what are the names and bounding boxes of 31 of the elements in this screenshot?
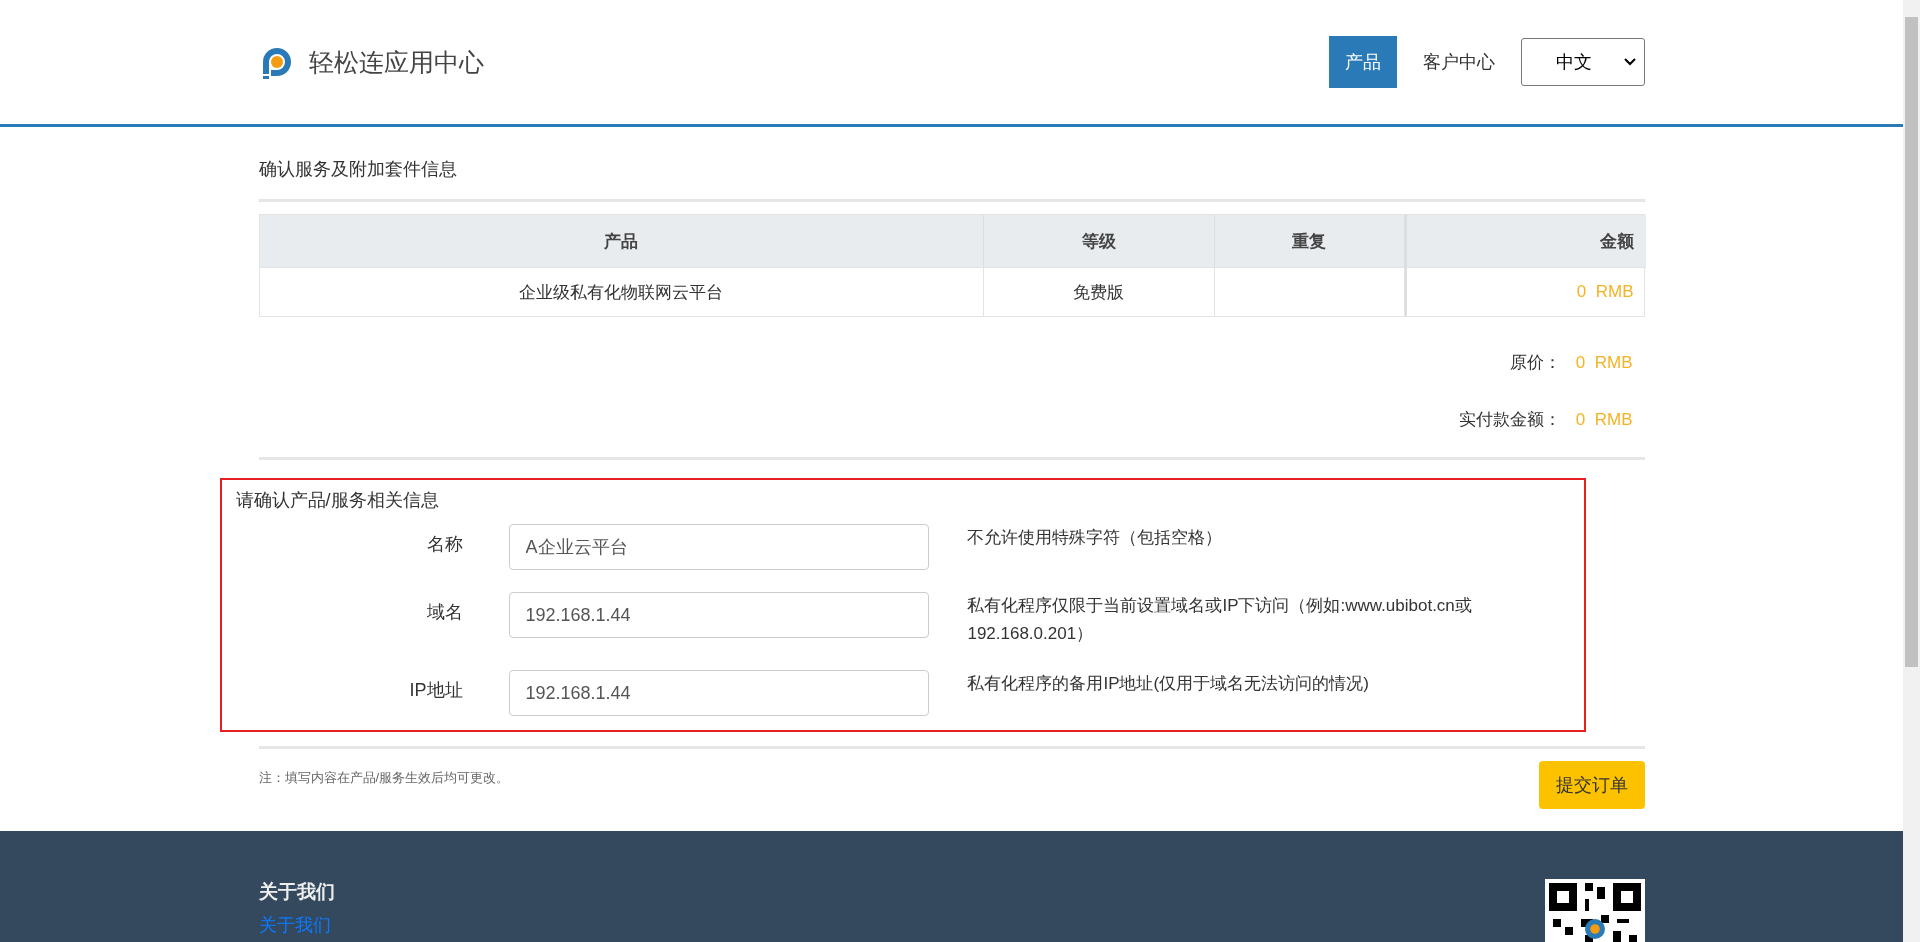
column-header: 产品 bbox=[259, 215, 984, 267]
field-hint: 不允许使用特殊字符（包括空格） bbox=[967, 527, 1224, 549]
field-hint: 私有化程序仅限于当前设置域名或IP下访问（例如:www.ubibot.cn或192.168.0.201） bbox=[967, 595, 1473, 645]
footer-heading: 关于我们 bbox=[258, 880, 335, 904]
field-hint: 私有化程序的备用IP地址(仅用于域名无法访问的情况) bbox=[967, 673, 1370, 695]
column-header: 重复 bbox=[1214, 215, 1405, 267]
chevron-down-icon bbox=[1623, 58, 1636, 66]
nav-link[interactable]: 客户中心 bbox=[1406, 36, 1511, 88]
field-label: 域名 bbox=[425, 601, 463, 624]
table-cell: 企业级私有化物联网云平台 bbox=[259, 267, 984, 316]
note-text: 注：填写内容在产品/服务生效后均可更改。 bbox=[258, 769, 510, 787]
input-field[interactable]: A企业云平台 bbox=[508, 524, 930, 570]
total-label: 实付款金额： bbox=[1459, 410, 1562, 429]
total-label: 原价： bbox=[1510, 353, 1562, 372]
column-header: 金额 bbox=[1404, 215, 1646, 267]
table-cell: 免费版 bbox=[983, 267, 1215, 316]
input-field[interactable]: 192.168.1.44 bbox=[508, 592, 930, 638]
scrollbar[interactable] bbox=[1903, 0, 1920, 942]
language-select[interactable]: 中文 bbox=[1520, 38, 1645, 86]
field-label: 名称 bbox=[425, 533, 463, 556]
site-title: 轻松连应用中心 bbox=[308, 46, 484, 78]
section-title: 确认服务及附加套件信息 bbox=[258, 158, 458, 181]
field-label: IP地址 bbox=[408, 679, 463, 702]
nav-link[interactable]: 产品 bbox=[1328, 36, 1397, 88]
total-value: 0 RMB bbox=[1575, 353, 1633, 372]
input-field[interactable]: 192.168.1.44 bbox=[508, 670, 930, 716]
form-title: 请确认产品/服务相关信息 bbox=[235, 489, 440, 512]
column-header: 等级 bbox=[983, 215, 1215, 267]
submit-button[interactable]: 提交订单 bbox=[1538, 761, 1645, 809]
total-value: 0 RMB bbox=[1575, 410, 1633, 429]
table-cell: 0 RMB bbox=[1404, 267, 1646, 316]
